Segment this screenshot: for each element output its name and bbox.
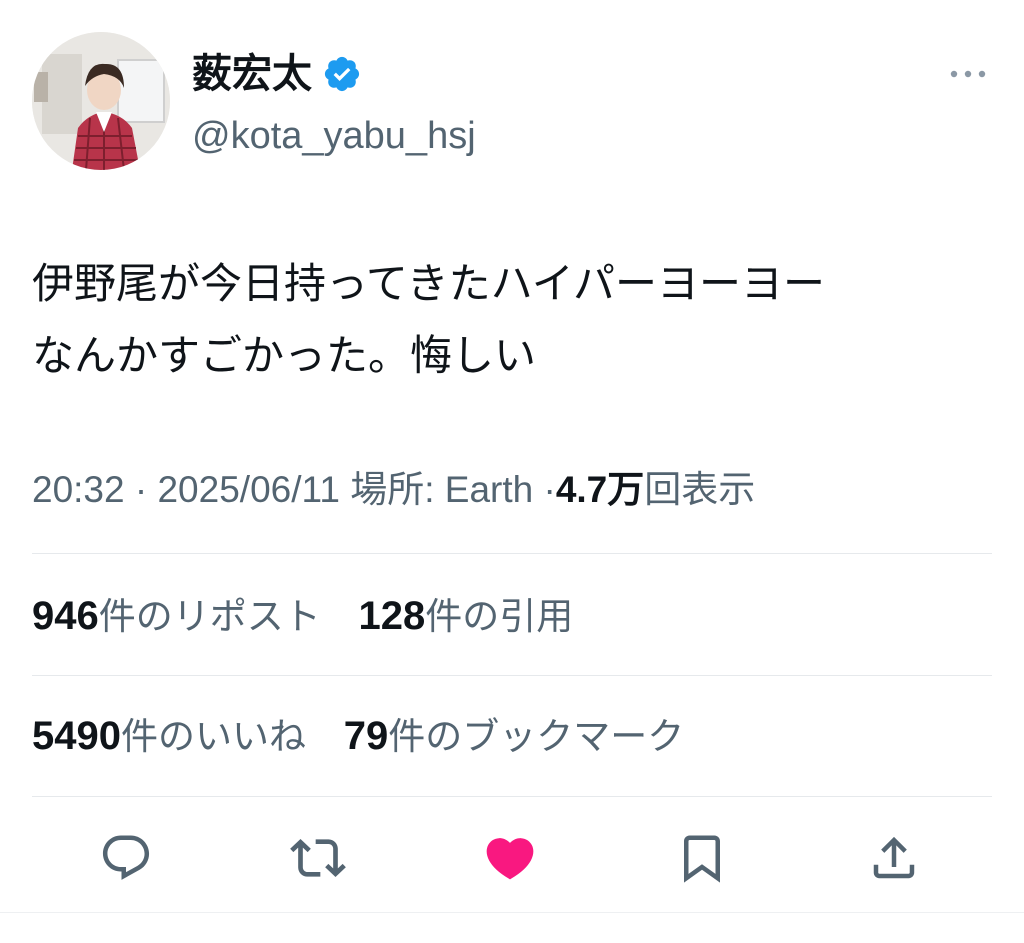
user-handle[interactable]: @kota_yabu_hsj <box>192 112 476 160</box>
author-name-row[interactable]: 薮宏太 <box>192 50 362 98</box>
meta-separator: · <box>134 469 148 510</box>
repost-button[interactable] <box>290 832 346 888</box>
verified-badge-icon <box>322 54 362 94</box>
stats-row-likes: 5490件のいいね 79件のブックマーク <box>32 712 710 761</box>
divider <box>0 912 1024 913</box>
divider <box>32 796 992 797</box>
display-name[interactable]: 薮宏太 <box>192 50 312 98</box>
bookmark-button[interactable] <box>674 832 730 888</box>
views-count: 4.7万 <box>555 469 645 510</box>
more-options-icon[interactable] <box>944 62 992 86</box>
share-icon <box>867 831 921 889</box>
like-button[interactable] <box>482 832 538 888</box>
avatar[interactable] <box>32 32 170 170</box>
bookmark-icon <box>675 831 729 889</box>
likes-label: 件のいいね <box>120 715 306 758</box>
reply-button[interactable] <box>98 832 154 888</box>
tweet-time[interactable]: 20:32 <box>32 469 125 510</box>
reposts-count: 946 <box>32 594 99 638</box>
bookmarks-stat[interactable]: 79件のブックマーク <box>343 714 685 758</box>
stats-row-reposts: 946件のリポスト 128件の引用 <box>32 592 599 641</box>
quotes-stat[interactable]: 128件の引用 <box>358 594 574 638</box>
tweet-location: 場所: Earth <box>350 469 534 510</box>
tweet-text: 伊野尾が今日持ってきたハイパーヨーヨー なんかすごかった。悔しい <box>32 259 825 380</box>
quotes-label: 件の引用 <box>425 595 574 638</box>
reply-icon <box>99 831 153 889</box>
likes-stat[interactable]: 5490件のいいね <box>32 714 306 758</box>
reposts-label: 件のリポスト <box>98 595 321 638</box>
bookmarks-count: 79 <box>343 714 389 758</box>
divider <box>32 553 992 554</box>
tweet-date[interactable]: 2025/06/11 <box>157 469 339 510</box>
heart-icon <box>482 830 538 890</box>
tweet-meta: 20:32 · 2025/06/11 場所: Earth ·4.7万回表示 <box>32 466 755 514</box>
likes-count: 5490 <box>32 714 121 758</box>
share-button[interactable] <box>866 832 922 888</box>
views-label: 回表示 <box>644 469 756 510</box>
repost-icon <box>290 830 346 890</box>
tweet-detail: 薮宏太 @kota_yabu_hsj 伊野尾が今日持ってきたハイパーヨーヨー な… <box>0 0 1024 943</box>
bookmarks-label: 件のブックマーク <box>388 715 685 758</box>
meta-separator: · <box>543 469 556 510</box>
quotes-count: 128 <box>358 594 426 638</box>
reposts-stat[interactable]: 946件のリポスト <box>32 594 321 638</box>
divider <box>32 675 992 676</box>
